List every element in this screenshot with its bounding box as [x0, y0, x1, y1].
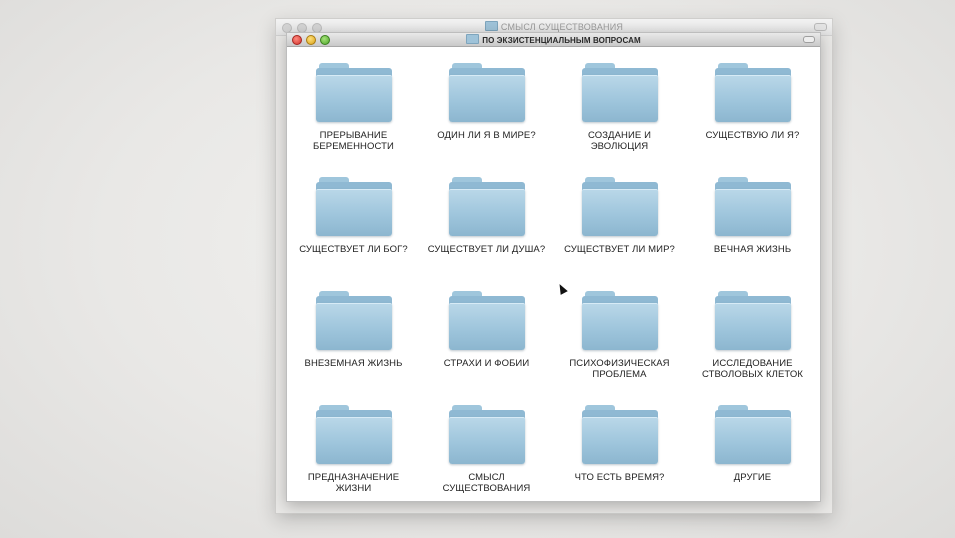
folder-label[interactable]: СУЩЕСТВУЮ ЛИ Я?	[689, 130, 817, 141]
folder-icon[interactable]	[448, 63, 525, 122]
folder-label[interactable]: ПРЕДНАЗНАЧЕНИЕ ЖИЗНИ	[290, 472, 418, 494]
folder-icon	[466, 34, 480, 44]
folder-icon[interactable]	[714, 63, 791, 122]
folder-item[interactable]: ОДИН ЛИ Я В МИРЕ?	[420, 47, 553, 161]
folder-label[interactable]: ИССЛЕДОВАНИЕ СТВОЛОВЫХ КЛЕТОК	[689, 358, 817, 380]
folder-item[interactable]: ЧТО ЕСТЬ ВРЕМЯ?	[553, 389, 686, 503]
folder-icon[interactable]	[581, 63, 658, 122]
toolbar-toggle-button[interactable]	[803, 36, 815, 43]
folder-item[interactable]: СМЫСЛ СУЩЕСТВОВАНИЯ	[420, 389, 553, 503]
folder-label[interactable]: ПРЕРЫВАНИЕ БЕРЕМЕННОСТИ	[290, 130, 418, 152]
folder-icon[interactable]	[714, 177, 791, 236]
folder-label[interactable]: СУЩЕСТВУЕТ ЛИ ДУША?	[423, 244, 551, 255]
folder-item[interactable]: СУЩЕСТВУЕТ ЛИ ДУША?	[420, 161, 553, 275]
folder-icon[interactable]	[315, 177, 392, 236]
folder-label[interactable]: ВЕЧНАЯ ЖИЗНЬ	[689, 244, 817, 255]
background-window-title-text: СМЫСЛ СУЩЕСТВОВАНИЯ	[500, 22, 624, 32]
folder-icon[interactable]	[448, 405, 525, 464]
folder-label[interactable]: СТРАХИ И ФОБИИ	[423, 358, 551, 369]
folder-label[interactable]: ДРУГИЕ	[689, 472, 817, 483]
folder-icon[interactable]	[448, 291, 525, 350]
folder-icon[interactable]	[581, 177, 658, 236]
folder-label[interactable]: ЧТО ЕСТЬ ВРЕМЯ?	[556, 472, 684, 483]
folder-icon[interactable]	[315, 63, 392, 122]
folder-item[interactable]: ПСИХОФИЗИЧЕСКАЯ ПРОБЛЕМА	[553, 275, 686, 389]
folder-icon[interactable]	[581, 291, 658, 350]
folder-label[interactable]: ПСИХОФИЗИЧЕСКАЯ ПРОБЛЕМА	[556, 358, 684, 380]
folder-icon[interactable]	[714, 291, 791, 350]
folder-item[interactable]: СОЗДАНИЕ И ЭВОЛЮЦИЯ	[553, 47, 686, 161]
folder-item[interactable]: СУЩЕСТВУЮ ЛИ Я?	[686, 47, 819, 161]
folder-item[interactable]: ВНЕЗЕМНАЯ ЖИЗНЬ	[287, 275, 420, 389]
finder-window-titlebar[interactable]: ПО ЭКЗИСТЕНЦИАЛЬНЫМ ВОПРОСАМ	[287, 33, 820, 47]
folder-item[interactable]: ПРЕДНАЗНАЧЕНИЕ ЖИЗНИ	[287, 389, 420, 503]
folder-label[interactable]: СМЫСЛ СУЩЕСТВОВАНИЯ	[423, 472, 551, 494]
folder-icon[interactable]	[448, 177, 525, 236]
toolbar-toggle-button[interactable]	[814, 23, 827, 31]
folder-item[interactable]: ВЕЧНАЯ ЖИЗНЬ	[686, 161, 819, 275]
folder-icon[interactable]	[315, 405, 392, 464]
folder-item[interactable]: СУЩЕСТВУЕТ ЛИ БОГ?	[287, 161, 420, 275]
finder-window-title: ПО ЭКЗИСТЕНЦИАЛЬНЫМ ВОПРОСАМ	[287, 34, 820, 45]
folder-label[interactable]: ОДИН ЛИ Я В МИРЕ?	[423, 130, 551, 141]
folder-icon	[484, 21, 498, 31]
folder-item[interactable]: ПРЕРЫВАНИЕ БЕРЕМЕННОСТИ	[287, 47, 420, 161]
folder-icon[interactable]	[581, 405, 658, 464]
folder-label[interactable]: СУЩЕСТВУЕТ ЛИ МИР?	[556, 244, 684, 255]
finder-window-title-text: ПО ЭКЗИСТЕНЦИАЛЬНЫМ ВОПРОСАМ	[482, 36, 641, 45]
background-window-title: СМЫСЛ СУЩЕСТВОВАНИЯ	[276, 21, 832, 32]
folder-item[interactable]: ДРУГИЕ	[686, 389, 819, 503]
folder-label[interactable]: СУЩЕСТВУЕТ ЛИ БОГ?	[290, 244, 418, 255]
folder-icon[interactable]	[315, 291, 392, 350]
folder-label[interactable]: ВНЕЗЕМНАЯ ЖИЗНЬ	[290, 358, 418, 369]
folder-icon[interactable]	[714, 405, 791, 464]
folder-label[interactable]: СОЗДАНИЕ И ЭВОЛЮЦИЯ	[556, 130, 684, 152]
folder-grid: ПРЕРЫВАНИЕ БЕРЕМЕННОСТИ ОДИН ЛИ Я В МИРЕ…	[287, 47, 820, 501]
folder-item[interactable]: СТРАХИ И ФОБИИ	[420, 275, 553, 389]
finder-window: ПО ЭКЗИСТЕНЦИАЛЬНЫМ ВОПРОСАМ ПРЕРЫВАНИЕ …	[286, 32, 821, 502]
folder-item[interactable]: СУЩЕСТВУЕТ ЛИ МИР?	[553, 161, 686, 275]
folder-item[interactable]: ИССЛЕДОВАНИЕ СТВОЛОВЫХ КЛЕТОК	[686, 275, 819, 389]
